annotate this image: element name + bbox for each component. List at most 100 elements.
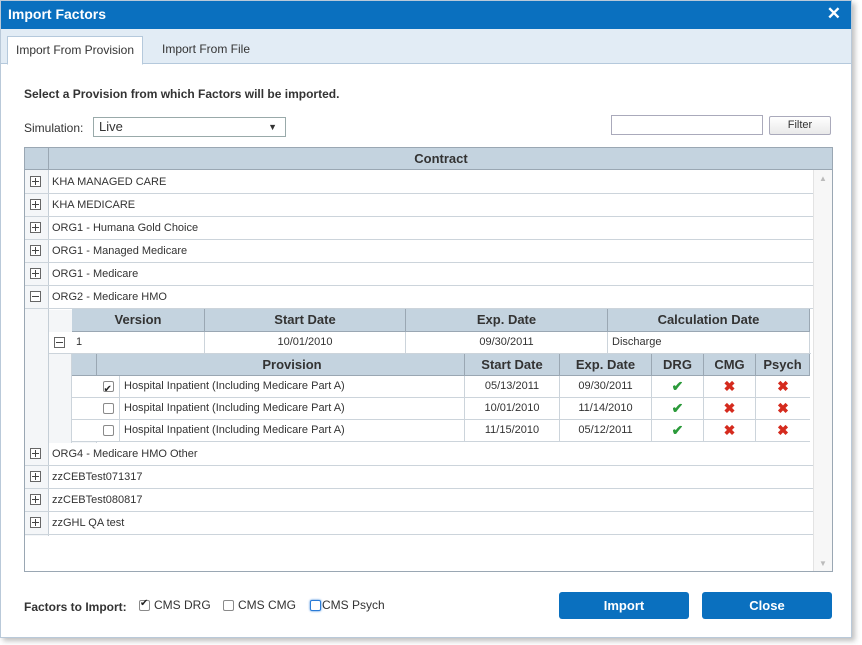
filter-button[interactable]: Filter (769, 116, 831, 135)
calculation-date-header: Calculation Date (608, 309, 810, 332)
simulation-selected-value: Live (99, 119, 123, 134)
expand-icon[interactable] (30, 245, 41, 256)
contract-name: KHA MANAGED CARE (52, 176, 167, 188)
cmg-header: CMG (704, 354, 756, 376)
version-column-header: Version (72, 309, 205, 332)
provision-gutter (49, 354, 72, 443)
x-icon: ✖ (723, 400, 736, 416)
drg-cell: ✔ (652, 398, 704, 420)
drg-cell: ✔ (652, 420, 704, 442)
contract-row[interactable]: zzCEBTest080817 (25, 489, 813, 512)
version-start-date: 10/01/2010 (205, 332, 406, 354)
contract-row[interactable]: ORG1 - Medicare (25, 263, 813, 286)
expand-icon[interactable] (30, 494, 41, 505)
version-exp-date-header: Exp. Date (406, 309, 608, 332)
simulation-label: Simulation: (24, 121, 84, 135)
contract-row[interactable]: ORG1 - Managed Medicare (25, 240, 813, 263)
factors-to-import-label: Factors to Import: (24, 600, 127, 614)
cms-cmg-option[interactable]: CMS CMG (223, 598, 296, 612)
expand-icon[interactable] (30, 199, 41, 210)
import-factors-dialog: Import Factors ✕ Import From Provision I… (0, 0, 852, 638)
contract-name: ORG1 - Managed Medicare (52, 245, 188, 257)
cms-psych-option[interactable]: CMS Psych (310, 598, 385, 612)
expand-icon[interactable] (30, 176, 41, 187)
cmg-cell: ✖ (704, 376, 756, 398)
contract-row-expanded[interactable]: ORG2 - Medicare HMO (25, 286, 813, 309)
filter-input[interactable] (611, 115, 763, 135)
provision-exp-date: 05/12/2011 (560, 420, 652, 442)
expand-icon[interactable] (30, 471, 41, 482)
version-start-date-header: Start Date (205, 309, 406, 332)
provision-name: Hospital Inpatient (Including Medicare P… (120, 420, 465, 442)
contract-name: ORG2 - Medicare HMO (52, 291, 167, 303)
contract-row[interactable]: KHA MANAGED CARE (25, 171, 813, 194)
collapse-icon[interactable] (30, 291, 41, 302)
close-icon[interactable]: ✕ (827, 4, 841, 24)
scroll-down-icon[interactable]: ▼ (819, 559, 827, 568)
cms-drg-checkbox[interactable] (139, 598, 150, 612)
cmg-cell: ✖ (704, 398, 756, 420)
calculation-date: Discharge (608, 332, 810, 354)
provision-exp-date-header: Exp. Date (560, 354, 652, 376)
cms-drg-option[interactable]: CMS DRG (139, 598, 211, 612)
dialog-titlebar: Import Factors ✕ (1, 1, 851, 29)
psych-cell: ✖ (756, 376, 810, 398)
provision-exp-date: 11/14/2010 (560, 398, 652, 420)
x-icon: ✖ (723, 422, 736, 438)
cms-psych-label: CMS Psych (322, 598, 385, 612)
simulation-select[interactable]: Live ▼ (93, 117, 286, 137)
close-button[interactable]: Close (702, 592, 832, 619)
expand-icon[interactable] (30, 517, 41, 528)
provision-start-date: 11/15/2010 (465, 420, 560, 442)
cms-psych-checkbox[interactable] (310, 600, 321, 612)
contract-name: zzGHL QA test (52, 517, 125, 529)
contract-row[interactable]: zzCEBTest071317 (25, 466, 813, 489)
contract-name: zzCEBTest080817 (52, 494, 143, 506)
contract-name: ORG1 - Medicare (52, 268, 139, 280)
cms-drg-label: CMS DRG (154, 598, 211, 612)
provision-checkbox[interactable] (102, 379, 114, 400)
psych-cell: ✖ (756, 420, 810, 442)
provision-name: Hospital Inpatient (Including Medicare P… (120, 376, 465, 398)
cms-cmg-checkbox[interactable] (223, 600, 234, 612)
drg-header: DRG (652, 354, 704, 376)
contract-column-header: Contract (49, 148, 832, 170)
x-icon: ✖ (777, 378, 789, 394)
x-icon: ✖ (723, 378, 736, 394)
provision-row[interactable]: Hospital Inpatient (Including Medicare P… (72, 376, 810, 400)
contract-grid: Contract KHA MANAGED CARE KHA MEDICARE O… (24, 147, 833, 572)
check-icon: ✔ (671, 378, 684, 394)
provision-start-date: 05/13/2011 (465, 376, 560, 398)
cms-cmg-label: CMS CMG (238, 598, 296, 612)
expand-icon[interactable] (30, 222, 41, 233)
scroll-up-icon[interactable]: ▲ (819, 174, 827, 183)
grid-scrollbar[interactable]: ▲ ▼ (813, 170, 832, 571)
provision-checkbox[interactable] (102, 402, 114, 414)
import-button[interactable]: Import (559, 592, 689, 619)
expand-icon[interactable] (30, 448, 41, 459)
contract-name: ORG4 - Medicare HMO Other (52, 448, 198, 460)
contract-row[interactable]: KHA MEDICARE (25, 194, 813, 217)
provision-row[interactable]: Hospital Inpatient (Including Medicare P… (72, 398, 810, 420)
check-icon: ✔ (671, 422, 684, 438)
contract-row[interactable]: zzGHL QA test (25, 512, 813, 535)
tab-import-from-file[interactable]: Import From File (154, 36, 258, 64)
provision-select-header (72, 354, 97, 376)
tab-import-from-provision[interactable]: Import From Provision (7, 36, 144, 65)
psych-cell: ✖ (756, 398, 810, 420)
provision-start-date: 10/01/2010 (465, 398, 560, 420)
provision-exp-date: 09/30/2011 (560, 376, 652, 398)
provision-checkbox-cell (97, 420, 120, 442)
provision-checkbox[interactable] (102, 424, 114, 436)
dropdown-arrow-icon: ▼ (268, 122, 277, 132)
version-row[interactable]: 1 10/01/2010 09/30/2011 Discharge (49, 332, 811, 354)
contract-row[interactable]: ORG4 - Medicare HMO Other (25, 443, 813, 466)
contract-row[interactable]: ORG1 - Humana Gold Choice (25, 217, 813, 240)
provision-name: Hospital Inpatient (Including Medicare P… (120, 398, 465, 420)
expand-icon[interactable] (30, 268, 41, 279)
version-number: 1 (72, 332, 205, 354)
collapse-icon[interactable] (54, 337, 65, 348)
grid-corner (25, 148, 49, 170)
provision-row[interactable]: Hospital Inpatient (Including Medicare P… (72, 420, 810, 442)
provision-start-date-header: Start Date (465, 354, 560, 376)
